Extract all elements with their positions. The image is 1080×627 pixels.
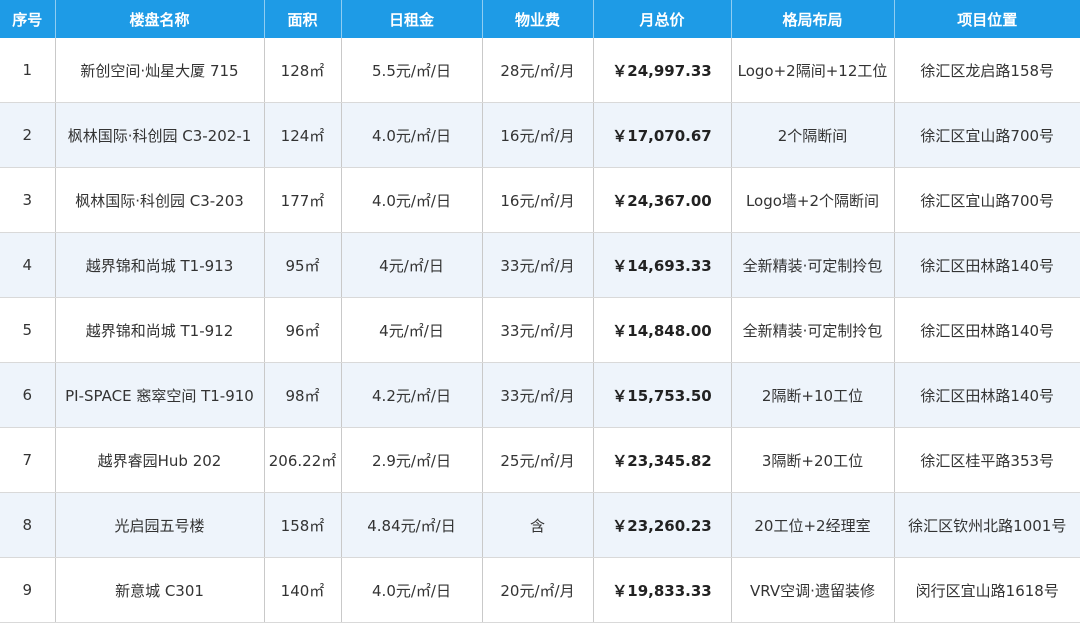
table-row: 7 越界睿园Hub 202 206.22㎡ 2.9元/㎡/日 25元/㎡/月 ￥…	[0, 427, 1080, 493]
cell-name: 越界锦和尚城 T1-913	[55, 232, 265, 298]
cell-area: 177㎡	[264, 167, 342, 233]
cell-fee: 含	[482, 492, 594, 558]
cell-no: 1	[0, 38, 56, 103]
cell-area: 128㎡	[264, 38, 342, 103]
cell-name: 枫林国际·科创园 C3-203	[55, 167, 265, 233]
cell-location: 徐汇区龙启路158号	[894, 38, 1080, 103]
cell-price: ￥14,848.00	[593, 297, 732, 363]
cell-rent: 4.2元/㎡/日	[341, 362, 483, 428]
table-row: 1 新创空间·灿星大厦 715 128㎡ 5.5元/㎡/日 28元/㎡/月 ￥2…	[0, 38, 1080, 103]
cell-location: 徐汇区田林路140号	[894, 232, 1080, 298]
cell-no: 6	[0, 362, 56, 428]
cell-no: 9	[0, 557, 56, 623]
cell-name: 枫林国际·科创园 C3-202-1	[55, 102, 265, 168]
cell-rent: 2.9元/㎡/日	[341, 427, 483, 493]
cell-rent: 4元/㎡/日	[341, 232, 483, 298]
header-layout: 格局布局	[731, 0, 895, 38]
cell-location: 闵行区宜山路1618号	[894, 557, 1080, 623]
cell-price: ￥24,367.00	[593, 167, 732, 233]
cell-layout: 全新精装·可定制拎包	[731, 232, 895, 298]
cell-area: 158㎡	[264, 492, 342, 558]
cell-area: 95㎡	[264, 232, 342, 298]
cell-no: 2	[0, 102, 56, 168]
cell-location: 徐汇区宜山路700号	[894, 167, 1080, 233]
cell-price: ￥23,260.23	[593, 492, 732, 558]
cell-no: 3	[0, 167, 56, 233]
table-row: 2 枫林国际·科创园 C3-202-1 124㎡ 4.0元/㎡/日 16元/㎡/…	[0, 102, 1080, 168]
cell-name: 新创空间·灿星大厦 715	[55, 38, 265, 103]
cell-fee: 20元/㎡/月	[482, 557, 594, 623]
cell-layout: 2个隔断间	[731, 102, 895, 168]
cell-no: 4	[0, 232, 56, 298]
cell-area: 96㎡	[264, 297, 342, 363]
cell-name: 光启园五号楼	[55, 492, 265, 558]
cell-rent: 4.0元/㎡/日	[341, 557, 483, 623]
cell-name: 越界锦和尚城 T1-912	[55, 297, 265, 363]
cell-price: ￥14,693.33	[593, 232, 732, 298]
table-row: 5 越界锦和尚城 T1-912 96㎡ 4元/㎡/日 33元/㎡/月 ￥14,8…	[0, 297, 1080, 363]
cell-fee: 28元/㎡/月	[482, 38, 594, 103]
cell-name: 新意城 C301	[55, 557, 265, 623]
cell-fee: 33元/㎡/月	[482, 232, 594, 298]
header-price: 月总价	[593, 0, 732, 38]
cell-fee: 33元/㎡/月	[482, 362, 594, 428]
listing-table: 序号 楼盘名称 面积 日租金 物业费 月总价 格局布局 项目位置 1 新创空间·…	[0, 0, 1080, 623]
cell-no: 8	[0, 492, 56, 558]
cell-rent: 4.84元/㎡/日	[341, 492, 483, 558]
cell-price: ￥19,833.33	[593, 557, 732, 623]
cell-rent: 4元/㎡/日	[341, 297, 483, 363]
header-area: 面积	[264, 0, 342, 38]
cell-no: 5	[0, 297, 56, 363]
cell-area: 124㎡	[264, 102, 342, 168]
cell-area: 140㎡	[264, 557, 342, 623]
header-row: 序号 楼盘名称 面积 日租金 物业费 月总价 格局布局 项目位置	[0, 0, 1080, 38]
table-row: 6 PI-SPACE 窸窣空间 T1-910 98㎡ 4.2元/㎡/日 33元/…	[0, 362, 1080, 428]
header-location: 项目位置	[894, 0, 1080, 38]
table-row: 3 枫林国际·科创园 C3-203 177㎡ 4.0元/㎡/日 16元/㎡/月 …	[0, 167, 1080, 233]
cell-price: ￥24,997.33	[593, 38, 732, 103]
cell-fee: 33元/㎡/月	[482, 297, 594, 363]
cell-location: 徐汇区田林路140号	[894, 297, 1080, 363]
table-row: 8 光启园五号楼 158㎡ 4.84元/㎡/日 含 ￥23,260.23 20工…	[0, 492, 1080, 558]
cell-layout: Logo+2隔间+12工位	[731, 38, 895, 103]
table-header: 序号 楼盘名称 面积 日租金 物业费 月总价 格局布局 项目位置	[0, 0, 1080, 38]
cell-location: 徐汇区桂平路353号	[894, 427, 1080, 493]
cell-price: ￥15,753.50	[593, 362, 732, 428]
cell-no: 7	[0, 427, 56, 493]
cell-layout: 2隔断+10工位	[731, 362, 895, 428]
cell-price: ￥17,070.67	[593, 102, 732, 168]
table-row: 9 新意城 C301 140㎡ 4.0元/㎡/日 20元/㎡/月 ￥19,833…	[0, 557, 1080, 623]
cell-name: 越界睿园Hub 202	[55, 427, 265, 493]
table-row: 4 越界锦和尚城 T1-913 95㎡ 4元/㎡/日 33元/㎡/月 ￥14,6…	[0, 232, 1080, 298]
cell-layout: VRV空调·遗留装修	[731, 557, 895, 623]
cell-price: ￥23,345.82	[593, 427, 732, 493]
cell-rent: 4.0元/㎡/日	[341, 167, 483, 233]
cell-location: 徐汇区宜山路700号	[894, 102, 1080, 168]
header-name: 楼盘名称	[55, 0, 265, 38]
cell-rent: 5.5元/㎡/日	[341, 38, 483, 103]
cell-name: PI-SPACE 窸窣空间 T1-910	[55, 362, 265, 428]
cell-fee: 16元/㎡/月	[482, 167, 594, 233]
cell-layout: 20工位+2经理室	[731, 492, 895, 558]
cell-area: 206.22㎡	[264, 427, 342, 493]
header-fee: 物业费	[482, 0, 594, 38]
cell-fee: 16元/㎡/月	[482, 102, 594, 168]
cell-area: 98㎡	[264, 362, 342, 428]
cell-layout: Logo墙+2个隔断间	[731, 167, 895, 233]
cell-layout: 全新精装·可定制拎包	[731, 297, 895, 363]
cell-fee: 25元/㎡/月	[482, 427, 594, 493]
header-rent: 日租金	[341, 0, 483, 38]
cell-rent: 4.0元/㎡/日	[341, 102, 483, 168]
cell-location: 徐汇区钦州北路1001号	[894, 492, 1080, 558]
cell-layout: 3隔断+20工位	[731, 427, 895, 493]
header-no: 序号	[0, 0, 56, 38]
cell-location: 徐汇区田林路140号	[894, 362, 1080, 428]
